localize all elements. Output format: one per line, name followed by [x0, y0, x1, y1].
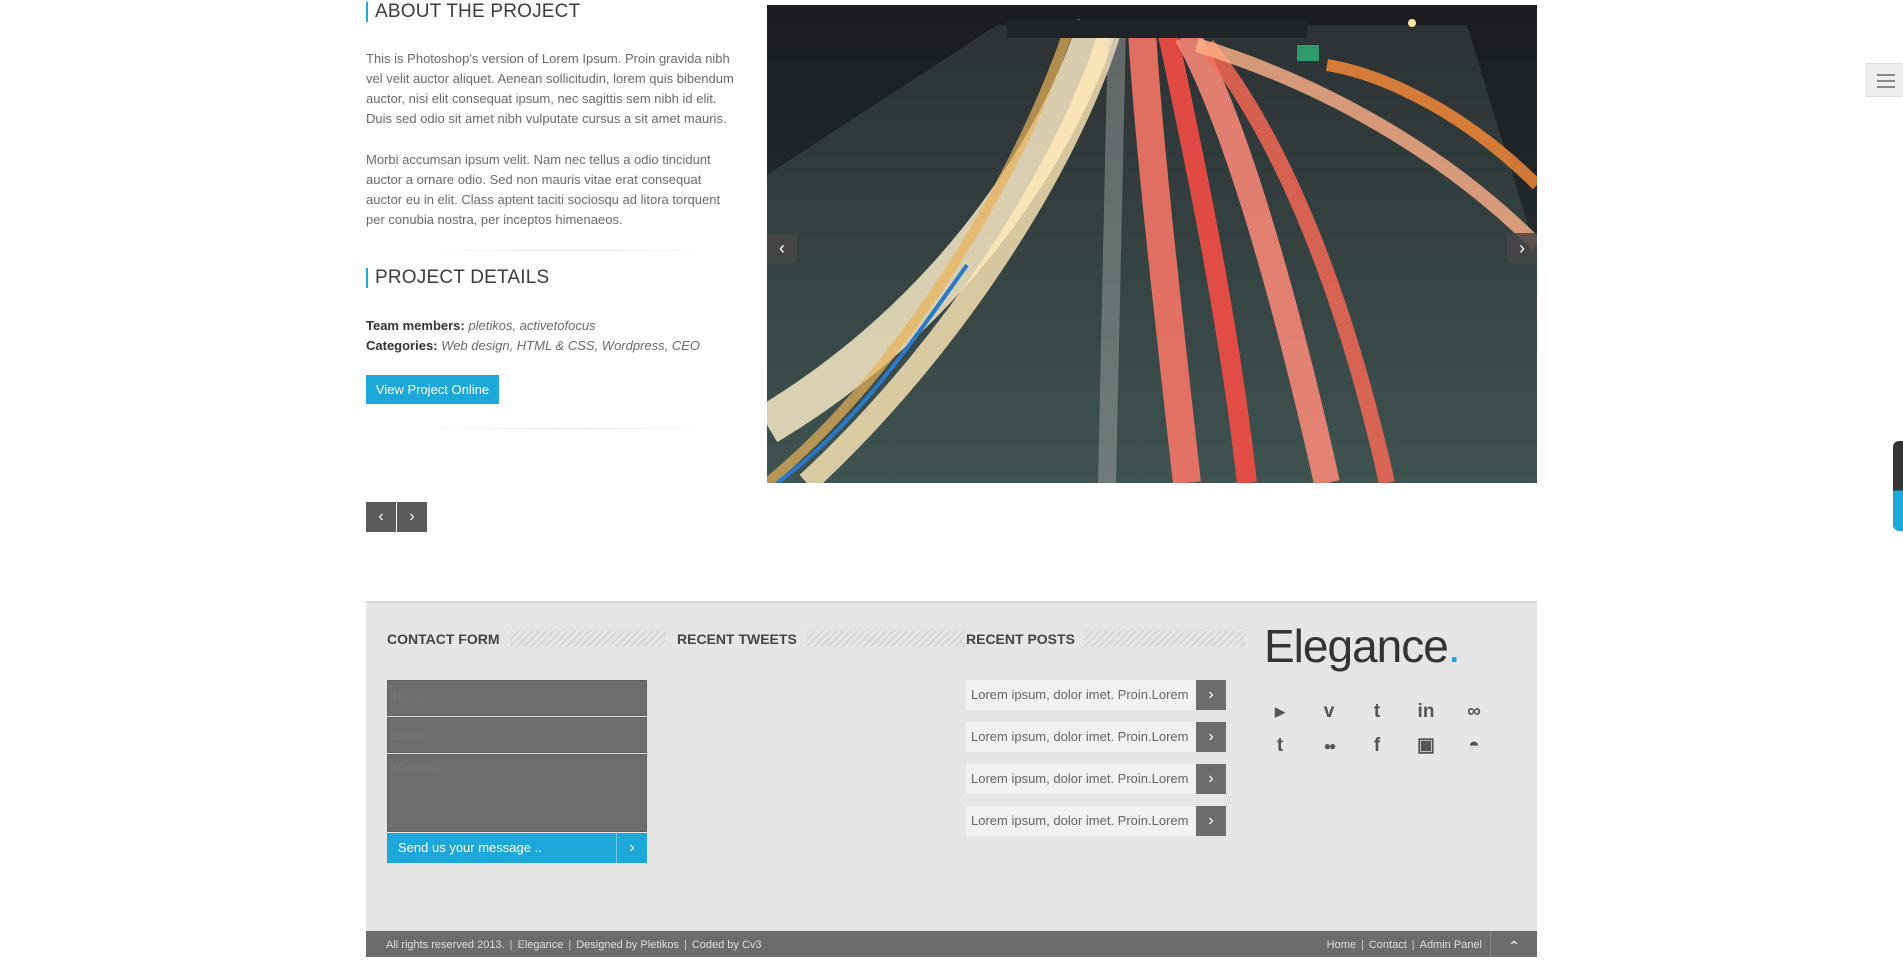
divider	[420, 250, 720, 251]
footer-link-home[interactable]: Home	[1327, 939, 1356, 951]
footer-link-admin-panel[interactable]: Admin Panel	[1420, 939, 1482, 951]
post-arrow-icon[interactable]: ›	[1196, 806, 1226, 836]
hamburger-menu-icon[interactable]	[1866, 63, 1903, 97]
vimeo-icon[interactable]: v	[1316, 699, 1342, 725]
recent-posts-title: RECENT POSTS	[966, 631, 1075, 647]
send-message-button[interactable]: Send us your message .. ›	[387, 833, 647, 863]
about-title: ABOUT THE PROJECT	[366, 2, 580, 22]
recent-post-title: Lorem ipsum, dolor imet. Proin.Lorem	[971, 771, 1189, 786]
recent-post-title: Lorem ipsum, dolor imet. Proin.Lorem	[971, 813, 1189, 828]
copyright-line: All rights reserved 2013. | Elegance | Desig…	[386, 939, 762, 951]
brand-link[interactable]: Elegance	[517, 939, 563, 951]
recent-post-title: Lorem ipsum, dolor imet. Proin.Lorem	[971, 687, 1189, 702]
footer: CONTACT FORM Send us your message .. › R…	[366, 601, 1537, 933]
logo-text: Elegance	[1264, 620, 1449, 672]
recent-posts-heading: RECENT POSTS	[966, 631, 1245, 647]
send-arrow-icon: ›	[616, 833, 647, 863]
slider-prev-button[interactable]: ‹	[767, 233, 797, 263]
slider-next-button[interactable]: ›	[1507, 233, 1537, 263]
view-project-button[interactable]: View Project Online	[366, 375, 499, 404]
recent-post-title: Lorem ipsum, dolor imet. Proin.Lorem	[971, 729, 1189, 744]
categories: Categories: Web design, HTML & CSS, Word…	[366, 338, 700, 353]
name-input[interactable]	[387, 680, 647, 716]
team-value: pletikos, activetofocus	[468, 318, 596, 333]
elegance-logo[interactable]: Elegance.	[1264, 619, 1461, 673]
recent-post-item[interactable]: Lorem ipsum, dolor imet. Proin.Lorem ›	[966, 680, 1226, 710]
team-members: Team members: pletikos, activetofocus	[366, 318, 596, 333]
post-arrow-icon[interactable]: ›	[1196, 764, 1226, 794]
flickr-icon[interactable]: ●●	[1316, 733, 1342, 759]
recent-tweets-title: RECENT TWEETS	[677, 631, 797, 647]
post-arrow-icon[interactable]: ›	[1196, 722, 1226, 752]
recent-tweets-heading: RECENT TWEETS	[677, 631, 965, 647]
details-title: PROJECT DETAILS	[366, 268, 549, 288]
footer-nav: Home | Contact | Admin Panel	[1326, 939, 1482, 951]
about-paragraph-1: This is Photoshop's version of Lorem Ips…	[366, 51, 734, 126]
footer-link-contact[interactable]: Contact	[1369, 939, 1407, 951]
linkedin-icon[interactable]: in	[1413, 699, 1439, 725]
logo-dot: .	[1447, 620, 1461, 672]
about-paragraph-2: Morbi accumsan ipsum velit. Nam nec tell…	[366, 152, 721, 227]
recent-post-item[interactable]: Lorem ipsum, dolor imet. Proin.Lorem ›	[966, 806, 1226, 836]
pager-next-button[interactable]: ›	[397, 502, 427, 532]
facebook-icon[interactable]: f	[1364, 733, 1390, 759]
divider	[420, 428, 720, 429]
youtube-icon[interactable]: ▶	[1267, 699, 1293, 725]
twitter-icon[interactable]: t	[1364, 699, 1390, 725]
copyright-text: All rights reserved 2013.	[386, 939, 505, 951]
email-input[interactable]	[387, 717, 647, 753]
contact-form-title: CONTACT FORM	[387, 631, 500, 647]
message-textarea[interactable]	[387, 754, 647, 832]
project-image-slider: ‹ ›	[767, 5, 1537, 483]
back-to-top-button[interactable]: ⌃	[1490, 931, 1537, 957]
bottom-bar: All rights reserved 2013. | Elegance | Desig…	[366, 931, 1537, 957]
stumbleupon-icon[interactable]: ◓	[1461, 733, 1487, 759]
categories-label: Categories:	[366, 338, 438, 353]
tumblr-icon[interactable]: t	[1267, 733, 1293, 759]
heading-stripes	[1084, 631, 1245, 647]
designed-by-link[interactable]: Designed by Pletikos	[576, 939, 679, 951]
send-message-label: Send us your message ..	[398, 840, 542, 855]
post-arrow-icon[interactable]: ›	[1196, 680, 1226, 710]
light-trails-image	[767, 5, 1537, 483]
heading-stripes	[806, 631, 965, 647]
heading-stripes	[509, 631, 665, 647]
categories-value: Web design, HTML & CSS, Wordpress, CEO	[441, 338, 701, 353]
team-label: Team members:	[366, 318, 465, 333]
recent-post-item[interactable]: Lorem ipsum, dolor imet. Proin.Lorem ›	[966, 764, 1226, 794]
delicious-icon[interactable]: ▣	[1413, 733, 1439, 759]
lastfm-icon[interactable]: ∞	[1461, 699, 1487, 725]
style-switcher-tab[interactable]	[1893, 441, 1903, 531]
coded-by-link[interactable]: Coded by Cv3	[692, 939, 762, 951]
pager-prev-button[interactable]: ‹	[366, 502, 396, 532]
recent-post-item[interactable]: Lorem ipsum, dolor imet. Proin.Lorem ›	[966, 722, 1226, 752]
contact-form-heading: CONTACT FORM	[387, 631, 665, 647]
